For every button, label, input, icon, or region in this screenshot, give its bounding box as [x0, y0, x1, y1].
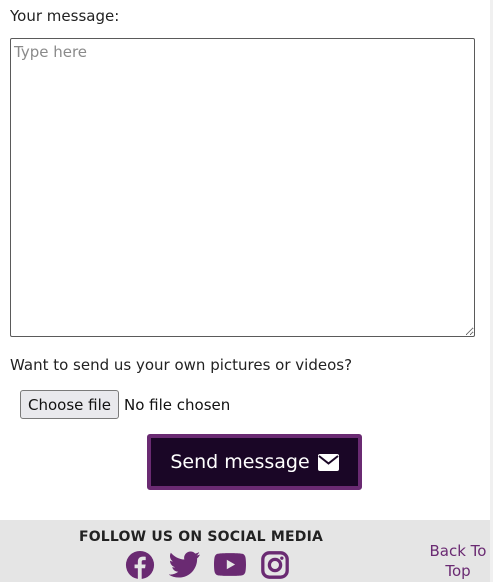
- follow-us-title: FOLLOW US ON SOCIAL MEDIA: [78, 529, 324, 545]
- back-to-top-line1: Back To: [429, 542, 487, 560]
- twitter-icon[interactable]: [168, 550, 201, 580]
- envelope-icon: [317, 453, 339, 471]
- site-footer: FOLLOW US ON SOCIAL MEDIA Back To Top: [0, 520, 493, 582]
- social-links: [124, 550, 304, 580]
- send-message-label: Send message: [170, 451, 310, 473]
- file-input[interactable]: Choose file No file chosen: [20, 390, 230, 419]
- message-label: Your message:: [10, 7, 120, 25]
- send-message-button[interactable]: Send message: [147, 434, 362, 490]
- back-to-top-line2: Top: [445, 562, 471, 580]
- instagram-icon[interactable]: [259, 550, 291, 580]
- upload-label: Want to send us your own pictures or vid…: [10, 356, 353, 374]
- youtube-icon[interactable]: [214, 550, 246, 580]
- choose-file-button[interactable]: Choose file: [20, 390, 119, 419]
- contact-page: Your message: Want to send us your own p…: [0, 0, 493, 582]
- message-textarea[interactable]: [10, 38, 475, 337]
- back-to-top-link[interactable]: Back To Top: [425, 541, 491, 581]
- facebook-icon[interactable]: [124, 550, 156, 580]
- file-status-text: No file chosen: [124, 395, 231, 414]
